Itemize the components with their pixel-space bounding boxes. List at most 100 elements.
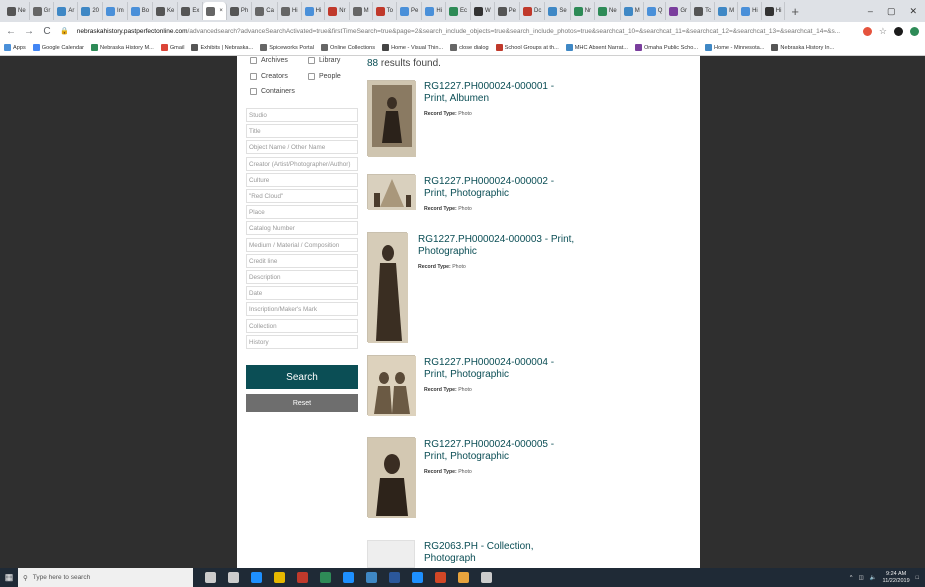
result-title[interactable]: RG1227.PH000024-000004 - Print, Photograp… — [424, 357, 554, 381]
search-field[interactable]: Catalog Number — [246, 221, 358, 236]
search-field[interactable]: Medium / Material / Composition — [246, 237, 358, 252]
start-button[interactable]: ▦ — [0, 568, 18, 587]
browser-tab[interactable]: Tc — [691, 2, 716, 20]
browser-tab[interactable]: Ex — [178, 2, 204, 20]
taskbar-app-icon[interactable] — [389, 572, 400, 583]
bookmark-item[interactable]: Nebraska History M... — [91, 44, 154, 51]
browser-tab[interactable]: 20 — [78, 2, 104, 20]
taskbar-app-icon[interactable] — [458, 572, 469, 583]
bookmark-item[interactable]: Spiceworks Portal — [260, 44, 314, 51]
checkbox-icon[interactable] — [250, 88, 257, 95]
bookmark-item[interactable]: close dialog — [450, 44, 489, 51]
checkbox-icon[interactable] — [250, 57, 257, 64]
browser-tab[interactable]: Hi — [278, 2, 302, 20]
search-field[interactable]: Creator (Artist/Photographer/Author) — [246, 156, 358, 171]
search-field[interactable]: Date — [246, 286, 358, 301]
taskbar-app-icon[interactable] — [412, 572, 423, 583]
bookmark-item[interactable]: Home - Minnesota... — [705, 44, 764, 51]
checkbox-archives[interactable]: Archives — [250, 57, 288, 64]
search-field[interactable]: Description — [246, 270, 358, 284]
checkbox-creators[interactable]: Creators — [250, 73, 288, 80]
taskbar-app-icon[interactable] — [320, 572, 331, 583]
bookmark-item[interactable]: Google Calendar — [32, 44, 84, 51]
taskbar-app-icon[interactable] — [274, 572, 285, 583]
minimize-button[interactable]: – — [868, 6, 873, 17]
checkbox-people[interactable]: People — [308, 73, 341, 80]
browser-tab[interactable]: Pe — [397, 2, 423, 20]
taskbar-app-icon[interactable] — [297, 572, 308, 583]
browser-tab[interactable]: Dc — [520, 2, 546, 20]
notification-icon[interactable]: □ — [916, 575, 919, 581]
volume-icon[interactable]: 🔈 — [870, 575, 877, 581]
result-title[interactable]: RG1227.PH000024-000005 - Print, Photograp… — [424, 439, 554, 463]
taskbar-app-icon[interactable] — [435, 572, 446, 583]
browser-tab[interactable]: Hi — [422, 2, 446, 20]
bookmark-item[interactable]: Home - Visual Thin... — [382, 44, 443, 51]
browser-tab[interactable]: Ec — [446, 2, 471, 20]
url-field[interactable]: nebraskahistory.pastperfectonline.com/ad… — [77, 28, 855, 35]
browser-tab[interactable]: Nr — [571, 2, 596, 20]
back-button[interactable]: ← — [6, 26, 16, 37]
browser-tab[interactable]: Ne — [595, 2, 621, 20]
browser-tab[interactable]: M — [621, 2, 644, 20]
close-tab-icon[interactable]: × — [219, 8, 223, 14]
result-thumbnail[interactable] — [367, 437, 416, 518]
bookmark-item[interactable]: School Groups at th... — [495, 44, 559, 51]
bookmark-item[interactable]: MHC Absent Narrat... — [565, 44, 628, 51]
browser-tab[interactable]: Nr — [325, 2, 350, 20]
browser-tab[interactable]: M — [715, 2, 739, 20]
browser-tab[interactable]: Gr — [666, 2, 692, 20]
chevron-up-icon[interactable]: ^ — [850, 575, 853, 581]
browser-tab[interactable]: Ca — [252, 2, 278, 20]
bookmark-item[interactable]: Online Collections — [320, 44, 375, 51]
forward-button[interactable]: → — [24, 26, 34, 37]
taskbar-search[interactable]: ⚲ Type here to search — [18, 568, 193, 587]
star-icon[interactable]: ☆ — [879, 26, 887, 37]
browser-tab[interactable]: M — [350, 2, 373, 20]
taskbar-app-icon[interactable] — [228, 572, 239, 583]
profile-icon[interactable] — [910, 26, 919, 36]
taskbar-app-icon[interactable] — [251, 572, 262, 583]
bookmark-item[interactable]: Gmail — [160, 44, 184, 51]
result-thumbnail[interactable] — [367, 80, 416, 157]
browser-tab[interactable]: × — [203, 2, 227, 20]
taskbar-app-icon[interactable] — [481, 572, 492, 583]
checkbox-icon[interactable] — [308, 57, 315, 64]
result-title[interactable]: RG2063.PH - Collection, Photograph — [424, 541, 534, 565]
result-thumbnail[interactable] — [367, 232, 408, 343]
result-thumbnail[interactable] — [367, 174, 416, 210]
bookmark-item[interactable]: Exhibits | Nebraska... — [191, 44, 253, 51]
search-field[interactable]: Inscription/Maker's Mark — [246, 302, 358, 317]
browser-tab[interactable]: Hi — [738, 2, 762, 20]
taskbar-app-icon[interactable] — [366, 572, 377, 583]
browser-tab[interactable]: Hi — [302, 2, 326, 20]
extension-icon[interactable] — [894, 26, 903, 36]
result-item[interactable]: RG2063.PH - Collection, Photograph — [367, 540, 697, 568]
result-title[interactable]: RG1227.PH000024-000002 - Print, Photograp… — [424, 176, 554, 200]
maximize-button[interactable]: ▢ — [887, 6, 896, 17]
taskbar-app-icon[interactable] — [205, 572, 216, 583]
extension-icon[interactable] — [862, 26, 872, 36]
search-field[interactable]: Studio — [246, 108, 358, 122]
browser-tab[interactable]: To — [373, 2, 397, 20]
search-field[interactable]: Collection — [246, 318, 358, 333]
checkbox-icon[interactable] — [308, 73, 315, 80]
result-item[interactable]: RG1227.PH000024-000001 - Print, Albumen R… — [367, 80, 697, 160]
browser-tab[interactable]: Ne — [4, 2, 30, 20]
browser-tab[interactable]: Pe — [495, 2, 521, 20]
result-item[interactable]: RG1227.PH000024-000004 - Print, Photograp… — [367, 355, 697, 417]
result-thumbnail[interactable] — [367, 355, 416, 416]
result-thumbnail[interactable] — [367, 540, 415, 568]
browser-tab[interactable]: Q — [644, 2, 667, 20]
result-item[interactable]: RG1227.PH000024-000005 - Print, Photograp… — [367, 437, 697, 519]
search-button[interactable]: Search — [246, 365, 358, 389]
reload-button[interactable]: C — [42, 26, 52, 37]
search-field[interactable]: History — [246, 334, 358, 349]
network-icon[interactable]: ◫ — [858, 575, 863, 581]
browser-tab[interactable]: Ar — [54, 2, 79, 20]
search-field[interactable]: Culture — [246, 172, 358, 187]
bookmark-item[interactable]: Nebraska History In... — [771, 44, 834, 51]
browser-tab[interactable]: W — [471, 2, 495, 20]
new-tab-button[interactable]: + — [785, 4, 805, 19]
checkbox-icon[interactable] — [250, 73, 257, 80]
